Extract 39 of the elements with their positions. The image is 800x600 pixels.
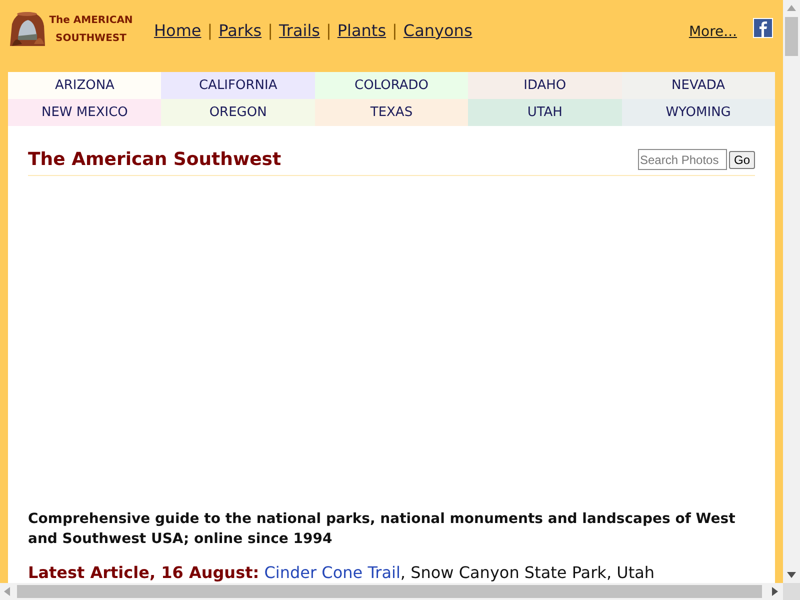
- scrollbar-thumb[interactable]: [17, 585, 762, 598]
- nav-separator: |: [207, 20, 213, 42]
- state-tab[interactable]: COLORADO: [314, 72, 468, 99]
- article-link[interactable]: Cinder Cone Trail: [264, 563, 400, 582]
- nav-link[interactable]: Canyons: [403, 19, 472, 43]
- search-field[interactable]: Search Photos: [638, 149, 727, 170]
- more-link[interactable]: More...: [688, 22, 737, 43]
- scroll-right-icon[interactable]: [772, 587, 778, 596]
- nav-link[interactable]: Parks: [218, 19, 262, 43]
- logo-text: The AMERICAN: [49, 14, 133, 28]
- state-tab[interactable]: IDAHO: [468, 72, 622, 99]
- go-button[interactable]: Go: [728, 150, 755, 168]
- state-tab[interactable]: ARIZONA: [8, 72, 162, 99]
- nav-separator: |: [268, 20, 273, 42]
- intro-text: Comprehensive guide to the national parks, national monuments and landscapes of West and Southwest USA; online since 1994: [28, 510, 736, 549]
- scroll-left-icon[interactable]: [4, 587, 10, 596]
- horizontal-scrollbar[interactable]: [0, 583, 783, 600]
- nav-separator: |: [392, 20, 398, 42]
- logo-text: SOUTHWEST: [56, 32, 126, 46]
- nav-link[interactable]: Plants: [337, 19, 386, 43]
- nav-link[interactable]: Trails: [278, 19, 320, 43]
- state-tab[interactable]: NEW MEXICO: [8, 99, 162, 126]
- vertical-scrollbar[interactable]: [783, 0, 800, 583]
- page-title: The American Southwest: [28, 148, 282, 172]
- scroll-down-icon[interactable]: [787, 572, 796, 578]
- scrollbar-corner: [783, 583, 800, 600]
- state-tab[interactable]: UTAH: [468, 99, 622, 126]
- scroll-up-icon[interactable]: [787, 5, 796, 11]
- nav-link[interactable]: Home: [154, 19, 202, 43]
- state-tab[interactable]: NEVADA: [622, 72, 775, 99]
- latest-article-label: Latest Article, 16 August:: [28, 563, 260, 582]
- state-tab[interactable]: OREGON: [161, 99, 315, 126]
- nav-separator: |: [326, 20, 332, 42]
- state-tab[interactable]: CALIFORNIA: [161, 72, 315, 99]
- article-location: , Snow Canyon State Park, Utah: [400, 563, 655, 582]
- state-tab[interactable]: TEXAS: [314, 99, 468, 126]
- state-tab[interactable]: WYOMING: [622, 99, 775, 126]
- facebook-icon[interactable]: [753, 18, 773, 38]
- scrollbar-thumb[interactable]: [785, 17, 798, 56]
